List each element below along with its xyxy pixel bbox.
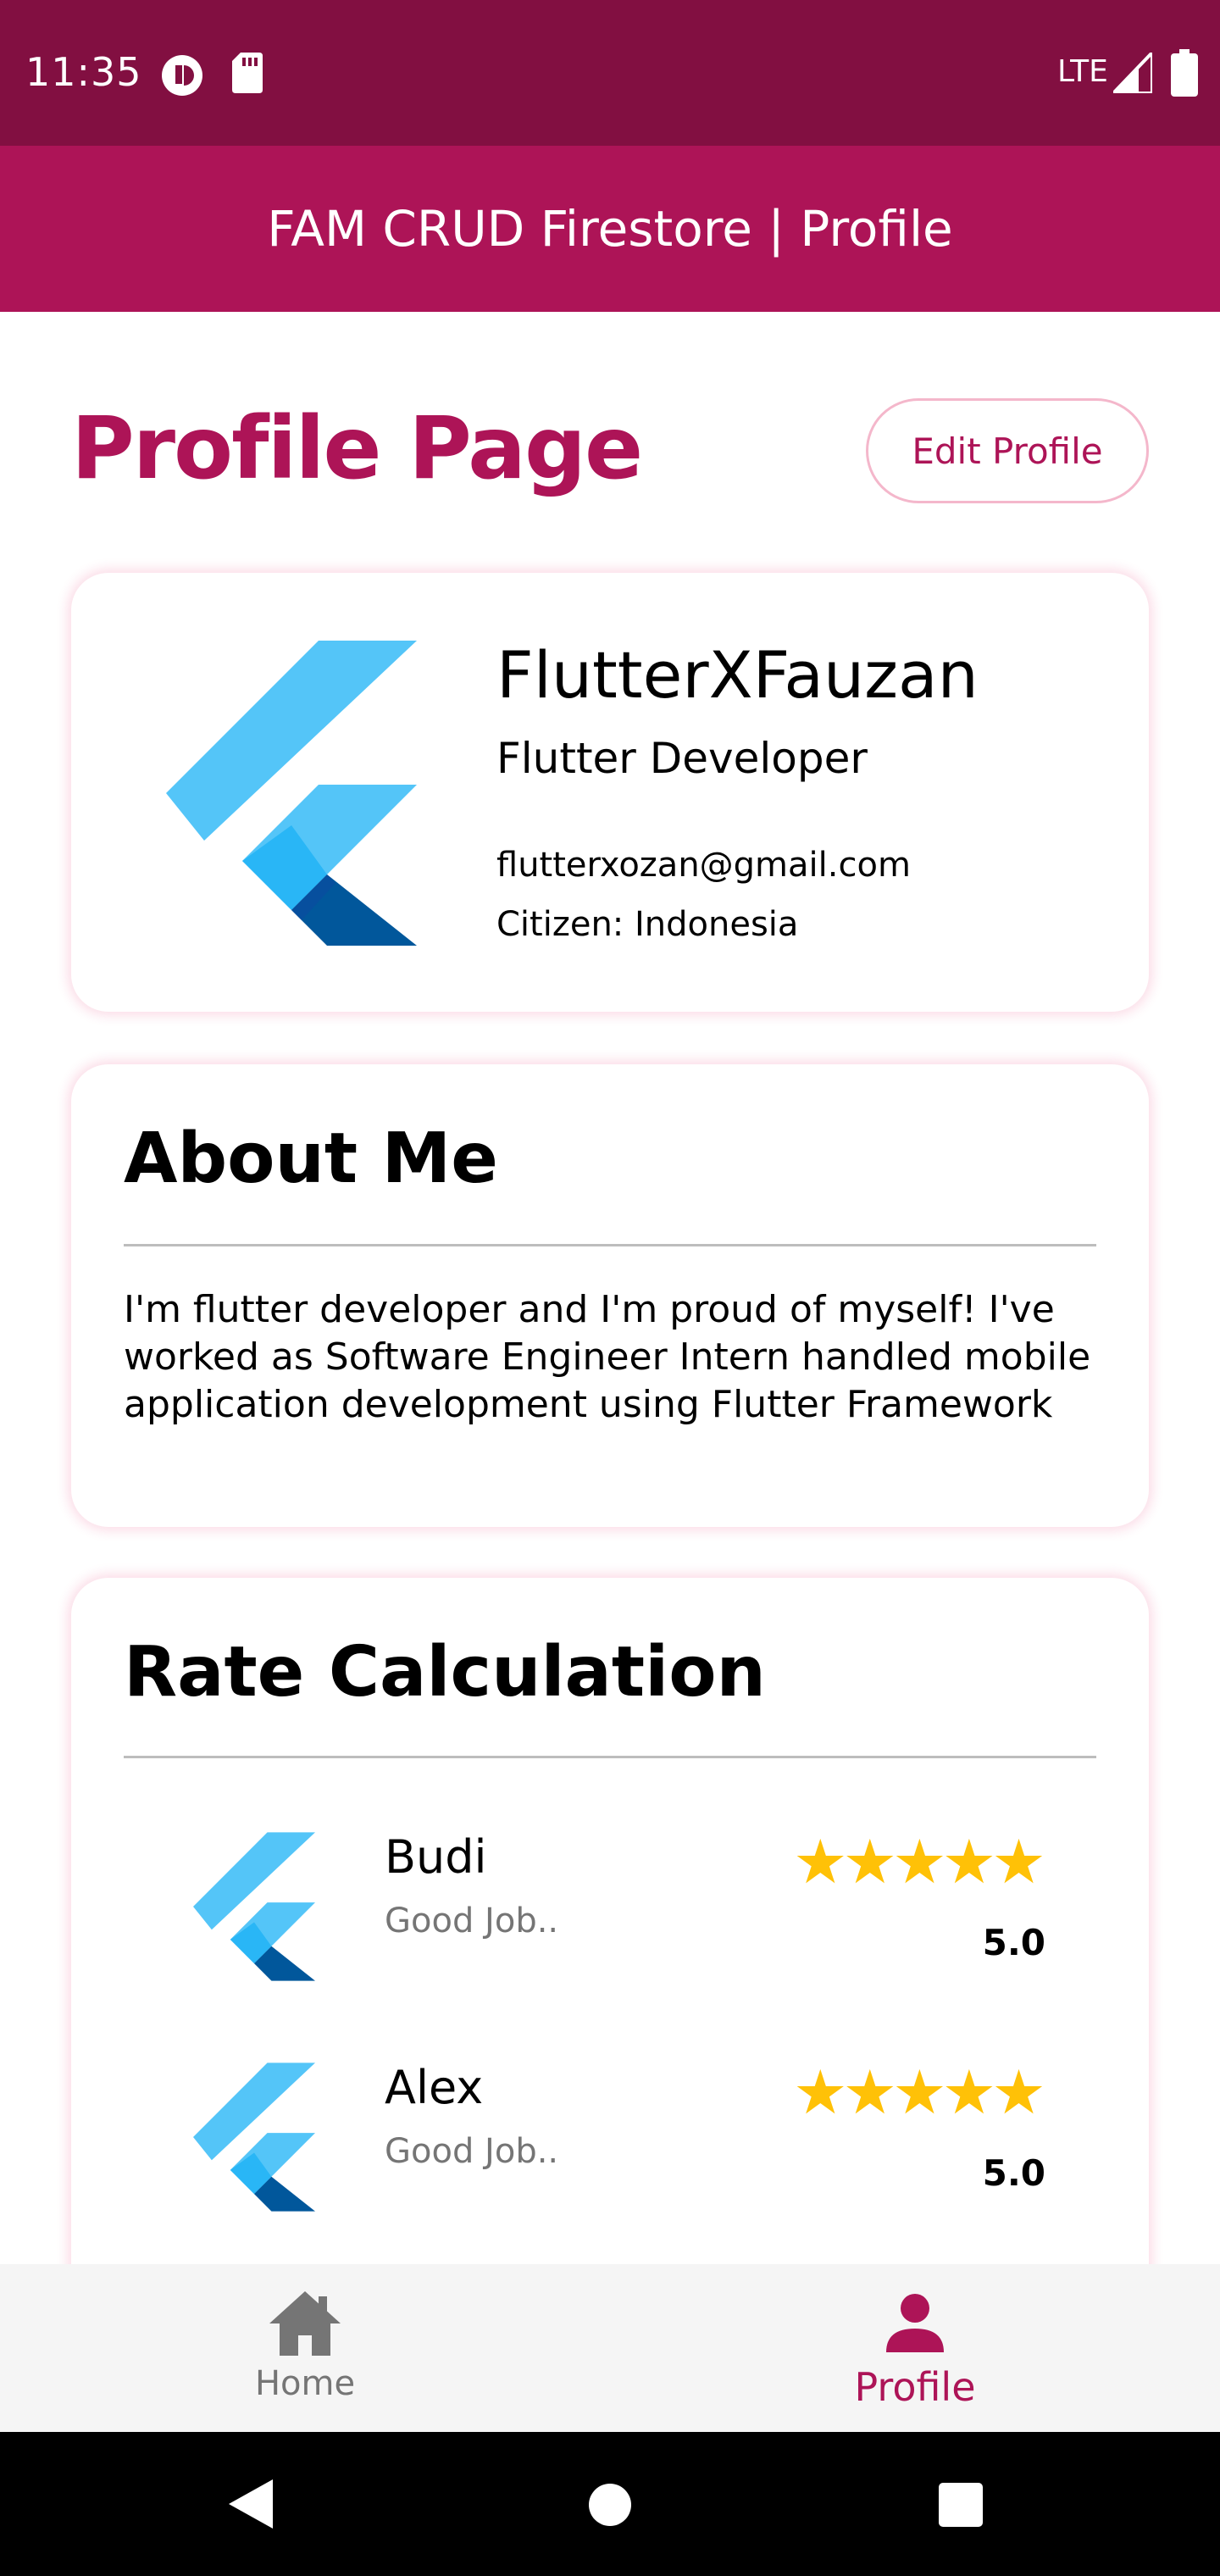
home-icon [269,2291,341,2356]
status-time: 11:35 [25,49,142,95]
status-bar: 11:35 LTE [0,0,1220,146]
notification-icon [162,55,202,96]
review-item: Alex Good Job.. ★★★★★ 5.0 [71,2059,1149,2246]
review-comment: Good Job.. [385,1901,559,1940]
recents-icon[interactable] [939,2483,983,2527]
profile-role: Flutter Developer [496,734,868,783]
star-rating: ★★★★★ [793,2059,1046,2127]
person-icon [886,2294,944,2352]
reviewer-name: Alex [385,2061,484,2114]
star-rating: ★★★★★ [793,1829,1046,1896]
rate-divider [124,1756,1096,1758]
app-bar: FAM CRUD Firestore | Profile [0,146,1220,312]
profile-card: FlutterXFauzan Flutter Developer flutter… [71,573,1149,1012]
nav-item-home[interactable]: Home [0,2264,610,2432]
nav-label-profile: Profile [854,2364,976,2410]
review-item: Budi Good Job.. ★★★★★ 5.0 [71,1829,1149,2015]
home-button-icon[interactable] [588,2483,632,2527]
signal-icon [1113,53,1152,93]
about-text: I'm flutter developer and I'm proud of m… [124,1288,1091,1426]
about-title: About Me [124,1119,498,1199]
nav-label-home: Home [254,2364,356,2403]
bottom-nav: Home Profile [0,2264,1220,2432]
page-title: Profile Page [71,398,643,499]
back-icon[interactable] [229,2479,274,2529]
review-comment: Good Job.. [385,2132,559,2171]
app-title: FAM CRUD Firestore | Profile [267,200,953,258]
profile-citizen: Citizen: Indonesia [496,905,799,944]
flutter-logo-icon [193,2062,315,2212]
reviewer-name: Budi [385,1830,487,1884]
rating-value: 5.0 [982,2152,1045,2194]
nav-item-profile[interactable]: Profile [610,2264,1220,2432]
rating-value: 5.0 [982,1922,1045,1963]
edit-profile-button[interactable]: Edit Profile [866,398,1149,503]
system-navigation-bar [0,2432,1220,2576]
rate-title: Rate Calculation [124,1632,766,1713]
profile-name: FlutterXFauzan [496,637,979,713]
battery-icon [1171,49,1198,97]
flutter-logo-icon [166,641,417,946]
sd-card-icon [232,53,263,93]
network-type: LTE [1057,54,1108,89]
profile-email: flutterxozan@gmail.com [496,846,911,885]
flutter-logo-icon [193,1832,315,1981]
about-divider [124,1244,1096,1246]
about-card: About Me I'm flutter developer and I'm p… [71,1064,1149,1527]
